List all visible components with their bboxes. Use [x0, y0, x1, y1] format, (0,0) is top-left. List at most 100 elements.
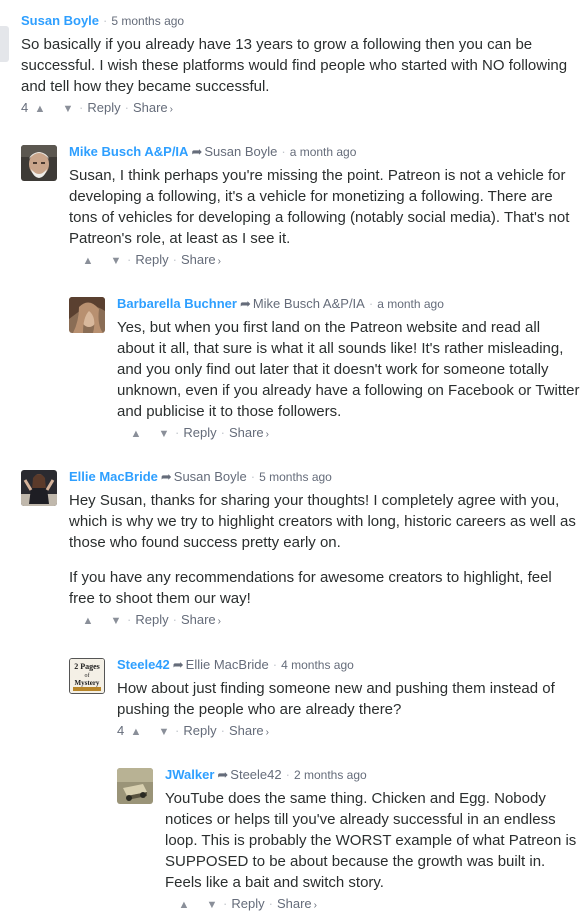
author-name[interactable]: JWalker: [165, 767, 214, 782]
reply-button[interactable]: Reply: [183, 723, 216, 738]
comment-header: Ellie MacBride ➦ Susan Boyle · 5 months ago: [69, 468, 581, 486]
avatar[interactable]: [21, 145, 57, 181]
downvote-icon[interactable]: ▼: [109, 612, 123, 630]
comment-body: Susan, I think perhaps you're missing th…: [69, 165, 581, 249]
comment-paragraph: YouTube does the same thing. Chicken and…: [165, 790, 577, 891]
reply-arrow-icon: ➦: [239, 296, 251, 311]
comment-paragraph: If you have any recommendations for awes…: [69, 569, 552, 607]
reply-arrow-icon: ➦: [191, 144, 203, 159]
author-name[interactable]: Mike Busch A&P/IA: [69, 144, 188, 159]
separator: ·: [285, 767, 290, 782]
reply-button[interactable]: Reply: [183, 425, 216, 440]
avatar[interactable]: 2 Pages of Mystery: [69, 658, 105, 694]
timestamp[interactable]: a month ago: [290, 145, 357, 159]
comment-header: Barbarella Buchner ➦ Mike Busch A&P/IA · a m…: [117, 295, 581, 313]
share-button[interactable]: Share ›: [229, 723, 269, 738]
reply-button[interactable]: Reply: [135, 612, 168, 627]
comment-footer: ▲ ▼ · Reply · Share ›: [69, 611, 581, 631]
timestamp[interactable]: 5 months ago: [259, 470, 332, 484]
parent-author: Ellie MacBride: [185, 657, 269, 672]
upvote-icon[interactable]: ▲: [33, 100, 47, 118]
logo-text: Mystery: [75, 679, 100, 687]
parent-author: Steele42: [230, 767, 282, 782]
comment-content: Susan Boyle · 5 months ago So basically if…: [21, 12, 583, 119]
author-name[interactable]: Barbarella Buchner: [117, 296, 237, 311]
vote-count: 4: [117, 723, 125, 738]
parent-author: Susan Boyle: [204, 144, 278, 159]
author-name[interactable]: Steele42: [117, 657, 170, 672]
separator: ·: [250, 469, 256, 484]
upvote-icon[interactable]: ▲: [177, 896, 191, 914]
comment-content: Barbarella Buchner ➦ Mike Busch A&P/IA · a m…: [117, 295, 581, 444]
comment-footer: ▲ ▼ · Reply · Share ›: [69, 251, 581, 271]
comment-content: JWalker ➦ Steele42 · 2 months ago YouTube do…: [165, 766, 581, 915]
upvote-icon[interactable]: ▲: [81, 252, 95, 270]
separator: ·: [127, 252, 132, 267]
upvote-icon[interactable]: ▲: [129, 425, 143, 443]
upvote-icon[interactable]: ▲: [81, 612, 95, 630]
comment-body: How about just finding someone new and p…: [117, 678, 581, 720]
reply-button[interactable]: Reply: [87, 100, 120, 115]
timestamp[interactable]: 4 months ago: [281, 658, 354, 672]
downvote-icon[interactable]: ▼: [157, 723, 171, 741]
downvote-icon[interactable]: ▼: [205, 896, 219, 914]
share-chevron-icon: ›: [265, 429, 269, 440]
comment-content: Steele42 ➦ Ellie MacBride · 4 months ago How…: [117, 656, 581, 742]
comment-footer: ▲ ▼ · Reply · Share ›: [165, 895, 581, 915]
timestamp[interactable]: 2 months ago: [294, 768, 367, 782]
separator: ·: [220, 425, 225, 440]
separator: ·: [127, 612, 132, 627]
timestamp[interactable]: a month ago: [377, 297, 444, 311]
share-button[interactable]: Share ›: [229, 425, 269, 440]
downvote-icon[interactable]: ▼: [157, 425, 171, 443]
separator: ·: [281, 144, 286, 159]
share-chevron-icon: ›: [217, 256, 221, 267]
reply-button[interactable]: Reply: [231, 896, 264, 911]
share-label: Share: [180, 252, 216, 267]
share-button[interactable]: Share ›: [181, 612, 221, 627]
in-reply-to[interactable]: ➦ Susan Boyle: [158, 469, 247, 484]
separator: ·: [223, 896, 228, 911]
comment-paragraph: So basically if you already have 13 year…: [21, 36, 568, 95]
share-chevron-icon: ›: [217, 616, 221, 627]
comment-footer: ▲ ▼ · Reply · Share ›: [117, 424, 581, 444]
comment-body: YouTube does the same thing. Chicken and…: [165, 788, 581, 893]
author-name[interactable]: Ellie MacBride: [69, 469, 158, 484]
share-button[interactable]: Share ›: [133, 100, 173, 115]
comment-body: So basically if you already have 13 year…: [21, 34, 583, 97]
avatar-image: [117, 768, 153, 804]
in-reply-to[interactable]: ➦ Mike Busch A&P/IA: [237, 296, 365, 311]
share-chevron-icon: ›: [169, 104, 173, 115]
comment-header: Mike Busch A&P/IA ➦ Susan Boyle · a month ag…: [69, 143, 581, 161]
separator: ·: [220, 723, 225, 738]
timestamp[interactable]: 5 months ago: [111, 14, 184, 28]
upvote-icon[interactable]: ▲: [129, 723, 143, 741]
share-label: Share: [228, 723, 264, 738]
separator: ·: [79, 100, 84, 115]
separator: ·: [172, 612, 177, 627]
comment-footer: 4 ▲ ▼ · Reply · Share ›: [21, 99, 583, 119]
separator: ·: [268, 896, 273, 911]
share-button[interactable]: Share ›: [277, 896, 317, 911]
downvote-icon[interactable]: ▼: [61, 100, 75, 118]
avatar[interactable]: [0, 26, 9, 62]
avatar[interactable]: [69, 297, 105, 333]
comment-content: Ellie MacBride ➦ Susan Boyle · 5 months ago …: [69, 468, 581, 631]
in-reply-to[interactable]: ➦ Steele42: [214, 767, 281, 782]
share-label: Share: [228, 425, 264, 440]
vote-count: 4: [21, 100, 29, 115]
separator: ·: [103, 13, 108, 28]
avatar[interactable]: [21, 470, 57, 506]
separator: ·: [124, 100, 129, 115]
author-name[interactable]: Susan Boyle: [21, 13, 99, 28]
reply-button[interactable]: Reply: [135, 252, 168, 267]
avatar-image: [69, 297, 105, 333]
separator: ·: [368, 296, 374, 311]
share-button[interactable]: Share ›: [181, 252, 221, 267]
share-chevron-icon: ›: [313, 900, 317, 911]
in-reply-to[interactable]: ➦ Ellie MacBride: [170, 657, 269, 672]
comment-footer: 4 ▲ ▼ · Reply · Share ›: [117, 722, 581, 742]
downvote-icon[interactable]: ▼: [109, 252, 123, 270]
avatar[interactable]: [117, 768, 153, 804]
in-reply-to[interactable]: ➦ Susan Boyle: [188, 144, 277, 159]
